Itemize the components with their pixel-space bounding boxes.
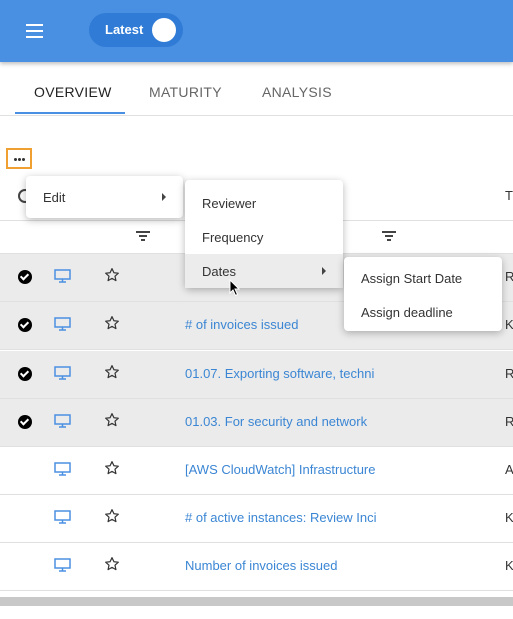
row-title-link[interactable]: # of invoices issued bbox=[185, 317, 298, 332]
monitor-icon[interactable] bbox=[54, 414, 71, 428]
hamburger-menu-icon[interactable] bbox=[22, 20, 48, 42]
row-last-column: R bbox=[505, 366, 513, 381]
edit-submenu: Reviewer Frequency Dates bbox=[185, 180, 343, 288]
mouse-cursor-icon bbox=[229, 279, 241, 297]
menu-item-label: Edit bbox=[43, 190, 66, 205]
row-title-link[interactable]: 01.03. For security and network bbox=[185, 414, 367, 429]
star-icon[interactable] bbox=[104, 460, 120, 476]
menu-item-edit[interactable]: Edit bbox=[26, 180, 183, 214]
monitor-icon[interactable] bbox=[54, 269, 71, 283]
table-row[interactable]: [AWS CloudWatch] Infrastructure As bbox=[0, 447, 513, 495]
row-title-link[interactable]: 01.07. Exporting software, techni bbox=[185, 366, 374, 381]
menu-item-assign-start-date[interactable]: Assign Start Date bbox=[344, 261, 502, 295]
monitor-icon[interactable] bbox=[54, 462, 71, 476]
monitor-icon[interactable] bbox=[54, 510, 71, 524]
checkmark-icon[interactable] bbox=[18, 270, 32, 284]
star-icon[interactable] bbox=[104, 412, 120, 428]
menu-item-frequency[interactable]: Frequency bbox=[185, 220, 343, 254]
star-icon[interactable] bbox=[104, 364, 120, 380]
app-bar: Latest bbox=[0, 0, 513, 62]
menu-item-label: Assign Start Date bbox=[361, 271, 463, 286]
monitor-icon[interactable] bbox=[54, 558, 71, 572]
table-row[interactable]: 01.03. For security and network R bbox=[0, 399, 513, 447]
active-tab-indicator bbox=[15, 112, 125, 114]
row-last-column: K bbox=[505, 558, 513, 573]
row-title-link[interactable]: [AWS CloudWatch] Infrastructure bbox=[185, 462, 376, 477]
filter-icon[interactable] bbox=[136, 231, 150, 241]
latest-toggle[interactable]: Latest bbox=[89, 13, 183, 47]
submenu-arrow-icon bbox=[162, 193, 166, 201]
checkmark-icon[interactable] bbox=[18, 318, 32, 332]
context-menu: Edit bbox=[26, 176, 183, 218]
filter-icon[interactable] bbox=[382, 231, 396, 241]
toggle-label: Latest bbox=[105, 22, 144, 37]
toggle-knob bbox=[152, 18, 176, 42]
column-header-label: T bbox=[505, 188, 513, 203]
star-icon[interactable] bbox=[104, 315, 120, 331]
row-last-column: K bbox=[505, 510, 513, 525]
horizontal-scrollbar[interactable] bbox=[0, 597, 513, 606]
star-icon[interactable] bbox=[104, 508, 120, 524]
tab-analysis[interactable]: ANALYSIS bbox=[262, 84, 332, 100]
row-title-link[interactable]: # of active instances: Review Inci bbox=[185, 510, 376, 525]
star-icon[interactable] bbox=[104, 267, 120, 283]
row-last-column: As bbox=[505, 462, 513, 477]
table-row[interactable]: 01.07. Exporting software, techni R bbox=[0, 351, 513, 399]
row-last-column: R bbox=[505, 269, 513, 284]
monitor-icon[interactable] bbox=[54, 317, 71, 331]
menu-item-label: Dates bbox=[202, 264, 236, 279]
submenu-arrow-icon bbox=[322, 267, 326, 275]
tab-overview[interactable]: OVERVIEW bbox=[34, 84, 112, 100]
menu-item-label: Reviewer bbox=[202, 196, 257, 211]
menu-item-reviewer[interactable]: Reviewer bbox=[185, 186, 343, 220]
row-last-column: R bbox=[505, 414, 513, 429]
row-last-column: K bbox=[505, 317, 513, 332]
dates-submenu: Assign Start Date Assign deadline bbox=[344, 257, 502, 331]
row-title-link[interactable]: Number of invoices issued bbox=[185, 558, 337, 573]
tab-maturity[interactable]: MATURITY bbox=[149, 84, 222, 100]
monitor-icon[interactable] bbox=[54, 366, 71, 380]
table-row[interactable]: # of active instances: Review Inci K bbox=[0, 495, 513, 543]
more-horizontal-icon[interactable] bbox=[6, 148, 32, 169]
tab-bar: OVERVIEW MATURITY ANALYSIS bbox=[0, 64, 513, 116]
menu-item-dates[interactable]: Dates bbox=[185, 254, 343, 288]
star-icon[interactable] bbox=[104, 556, 120, 572]
table-row[interactable]: Number of invoices issued K bbox=[0, 543, 513, 591]
menu-item-assign-deadline[interactable]: Assign deadline bbox=[344, 295, 502, 329]
checkmark-icon[interactable] bbox=[18, 367, 32, 381]
menu-item-label: Assign deadline bbox=[361, 305, 453, 320]
menu-item-label: Frequency bbox=[202, 230, 264, 245]
checkmark-icon[interactable] bbox=[18, 415, 32, 429]
